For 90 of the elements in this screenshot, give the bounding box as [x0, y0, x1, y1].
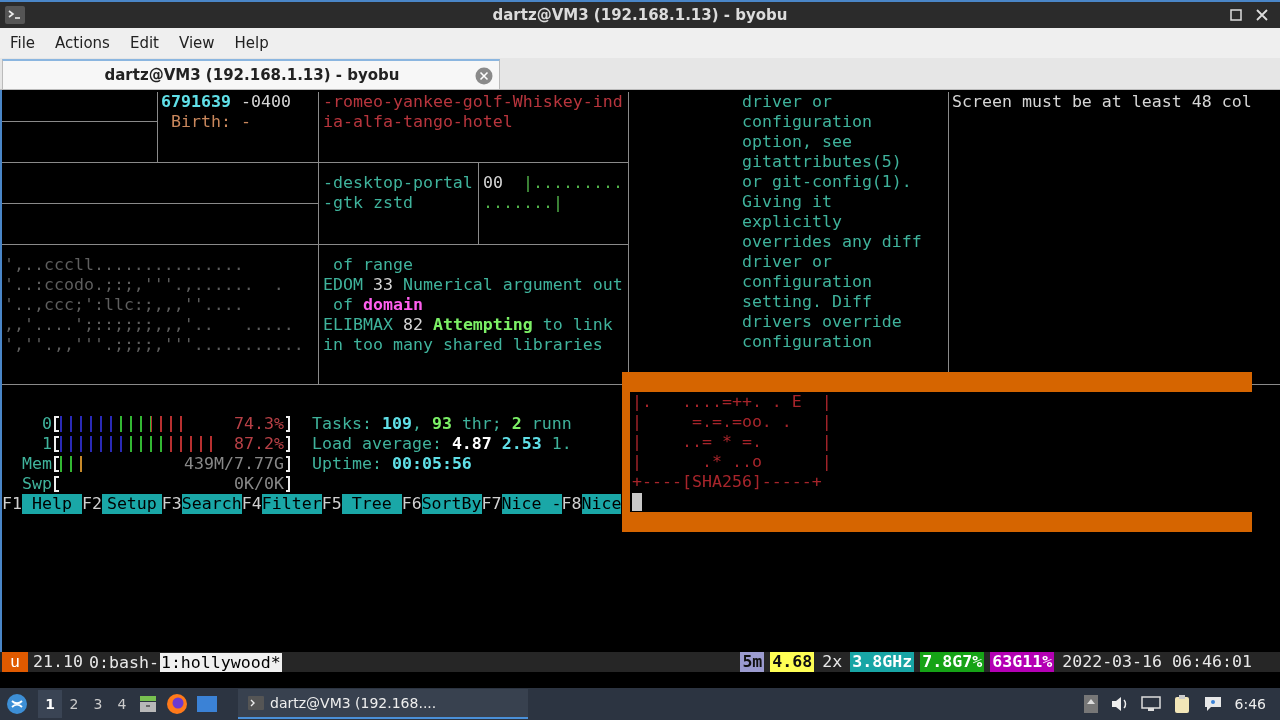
terminal-line: +----[SHA256]-----+ — [632, 472, 822, 492]
terminal-line: Tasks: 109, 93 thr; 2 runn — [312, 414, 572, 434]
file-cabinet-icon[interactable] — [138, 694, 158, 714]
workspace-button[interactable]: 1 — [38, 690, 62, 718]
terminal-line: -romeo-yankee-golf-Whiskey-ind — [323, 92, 623, 112]
workspace-button[interactable]: 2 — [62, 690, 86, 718]
clipboard-icon[interactable] — [1172, 694, 1191, 714]
meter-reading: 74.3% — [234, 414, 284, 434]
status-item: 7.8G7% — [920, 652, 985, 672]
meter-label: 1 — [41, 434, 52, 454]
text-cursor — [632, 493, 642, 511]
terminal-line: explicitly — [742, 212, 842, 232]
bracket-mark — [286, 476, 290, 492]
status-item: 4.68 — [770, 652, 815, 672]
window-tab[interactable]: 1:hollywood* — [159, 652, 282, 672]
notification-icon[interactable] — [1202, 695, 1223, 713]
window-title: dartz@VM3 (192.168.1.13) - byobu — [492, 6, 788, 24]
menu-item[interactable]: File — [4, 30, 42, 56]
terminal-line: or git-config(1). — [742, 172, 912, 192]
terminal-icon — [5, 6, 25, 24]
terminal-line: | ..= * =. | — [632, 432, 832, 452]
terminal-line: setting. Diff — [742, 292, 872, 312]
meter-label: Swp — [21, 474, 52, 494]
meter-reading: 87.2% — [234, 434, 284, 454]
terminal-line: Uptime: 00:05:56 — [312, 454, 472, 474]
network-icon[interactable] — [1140, 696, 1161, 712]
terminal-line: | =.=.=oo. . | — [632, 412, 832, 432]
terminal-line: in too many shared libraries — [323, 335, 603, 355]
terminal-line: '..:ccodo.;:;,'''.,...... . — [4, 275, 284, 295]
terminal-line: EDOM 33 Numerical argument out — [323, 275, 623, 295]
desktop-icon[interactable] — [196, 694, 218, 714]
clock: 6:46 — [1234, 696, 1266, 712]
terminal-line: of domain — [332, 295, 423, 315]
volume-icon[interactable] — [1110, 696, 1129, 712]
terminal-line: 6791639 -0400 — [161, 92, 291, 112]
start-menu-icon[interactable] — [6, 693, 28, 715]
terminal-line: ',''.,,'''.;;;;,'''........... — [4, 335, 304, 355]
terminal-line: -gtk zstd — [323, 193, 413, 213]
terminal-line: option, see — [742, 132, 852, 152]
terminal-line: |. ....=++. . E | — [632, 392, 832, 412]
menu-item[interactable]: Actions — [49, 30, 116, 56]
terminal-line: ia-alfa-tango-hotel — [323, 112, 513, 132]
terminal-line: overrides any diff — [742, 232, 922, 252]
terminal-line: | .* ..o | — [632, 452, 832, 472]
terminal-line: ELIBMAX 82 Attempting to link — [323, 315, 613, 335]
terminal-line: .......| — [483, 193, 563, 213]
browser-icon[interactable] — [166, 693, 188, 715]
terminal-icon — [248, 696, 264, 710]
terminal-line: 00 |......... — [483, 173, 623, 193]
meter-reading: 0K/0K — [234, 474, 284, 494]
status-item: 63G11% — [990, 652, 1055, 672]
terminal-line: gitattributes(5) — [742, 152, 902, 172]
terminal-line: -desktop-portal — [323, 173, 473, 193]
terminal-line: ',..cccll............... — [4, 255, 244, 275]
terminal-line: driver or — [742, 252, 832, 272]
terminal-line: Birth: - — [170, 112, 251, 132]
terminal-line: of range — [332, 255, 413, 275]
status-item: 21.10 — [32, 652, 84, 672]
status-item: 5m — [740, 652, 765, 672]
terminal-line: Load average: 4.87 2.53 1. — [312, 434, 572, 454]
status-item: u — [2, 652, 28, 672]
terminal-tab[interactable]: dartz@VM3 (192.168.1.13) - byobu — [2, 59, 500, 89]
menu-item[interactable]: Edit — [123, 30, 165, 56]
workspace-button[interactable]: 4 — [110, 690, 134, 718]
status-item: 3.8GHz — [850, 652, 915, 672]
workspace-button[interactable]: 3 — [86, 690, 110, 718]
menu-item[interactable]: Help — [228, 30, 275, 56]
bracket-mark — [286, 416, 290, 432]
terminal-line: '..,ccc;':llc:;,,,''.... — [4, 295, 244, 315]
bracket-mark — [286, 436, 290, 452]
meter-label: 0 — [41, 414, 52, 434]
status-item: 2022-03-16 06:46:01 — [1061, 652, 1253, 672]
bracket-mark — [286, 456, 290, 472]
meter-label: Mem — [21, 454, 52, 474]
upload-icon[interactable] — [1082, 694, 1099, 714]
terminal-line: driver or — [742, 92, 832, 112]
taskbar-task[interactable]: dartz@VM3 (192.168.... — [238, 689, 528, 719]
terminal-line: configuration — [742, 272, 872, 292]
terminal-line: configuration — [742, 112, 872, 132]
meter-reading: 439M/7.77G — [184, 454, 284, 474]
terminal-line: ,,'....';::;;;;,,,'.. ..... — [4, 315, 294, 335]
maximize-icon[interactable] — [1230, 9, 1242, 21]
terminal-line: drivers override — [742, 312, 902, 332]
status-item: 2x — [821, 652, 844, 672]
window-tab[interactable]: 0:bash- — [87, 652, 160, 672]
menu-item[interactable]: View — [172, 30, 221, 56]
terminal-line: Giving it — [742, 192, 832, 212]
terminal-line: configuration — [742, 332, 872, 352]
terminal-line: Screen must be at least 48 col — [952, 92, 1252, 112]
close-icon[interactable] — [1256, 9, 1268, 21]
